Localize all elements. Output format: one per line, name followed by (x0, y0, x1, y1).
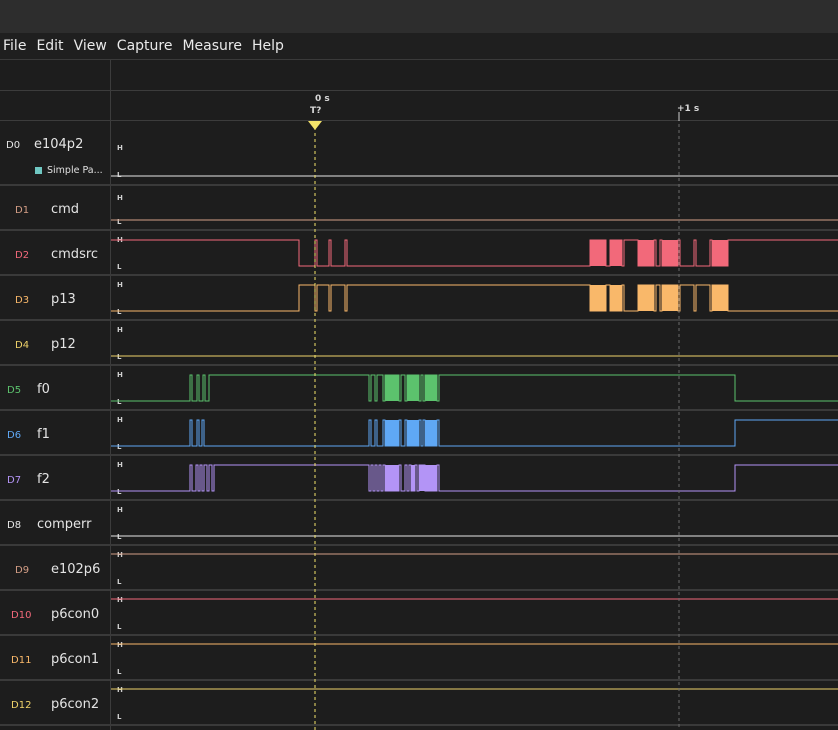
level-low-label: L (117, 263, 122, 271)
level-high-label: H (117, 326, 123, 334)
channel-row-d11[interactable]: D11 p6con1 H L (0, 636, 838, 681)
decoder-tag[interactable]: Simple Pa... (35, 165, 103, 176)
channel-id: D2 (15, 250, 30, 261)
menu-view[interactable]: View (72, 38, 107, 54)
channel-name: comperr (37, 517, 92, 532)
channel-row-d9[interactable]: D9 e102p6 H L (0, 546, 838, 591)
toolbar-area (0, 60, 838, 91)
channel-row-d10[interactable]: D10 p6con0 H L (0, 591, 838, 636)
channel-name: p12 (51, 337, 76, 352)
ruler-plus-one-label: +1 s (677, 104, 700, 114)
channel-id: D11 (11, 655, 32, 666)
level-high-label: H (117, 416, 123, 424)
channel-name: f1 (37, 427, 50, 442)
channel-row-d8[interactable]: D8 comperr H L (0, 501, 838, 546)
level-low-label: L (117, 443, 122, 451)
channel-id: D7 (7, 475, 22, 486)
channel-id: D4 (15, 340, 30, 351)
channel-id: D6 (7, 430, 22, 441)
window-title-bar (0, 0, 838, 33)
level-high-label: H (117, 281, 123, 289)
level-low-label: L (117, 398, 122, 406)
menu-help[interactable]: Help (250, 38, 284, 54)
level-low-label: L (117, 668, 122, 676)
level-high-label: H (117, 236, 123, 244)
level-low-label: L (117, 623, 122, 631)
channel-name: p6con2 (51, 697, 100, 712)
level-low-label: L (117, 171, 122, 179)
channel-row-d2[interactable]: D2 cmdsrc H L (0, 231, 838, 276)
time-ruler[interactable]: 0 s T? +1 s (0, 91, 838, 121)
channel-id: D3 (15, 295, 30, 306)
ruler-origin-label: 0 s (315, 94, 330, 104)
channel-name: p6con1 (51, 652, 100, 667)
level-high-label: H (117, 371, 123, 379)
channel-name: e104p2 (34, 137, 84, 152)
channel-row-d0[interactable]: D0 e104p2 H L (0, 121, 838, 186)
decoder-label: Simple Pa... (47, 165, 103, 176)
decoder-color-swatch (35, 167, 42, 174)
menu-file[interactable]: File (1, 38, 26, 54)
channel-name: cmd (51, 202, 80, 217)
channel-id: D5 (7, 385, 22, 396)
channel-row-d1[interactable]: D1 cmd H L (0, 186, 838, 231)
channel-name: p6con0 (51, 607, 100, 622)
level-high-label: H (117, 144, 123, 152)
level-high-label: H (117, 194, 123, 202)
menu-measure[interactable]: Measure (180, 38, 242, 54)
level-high-label: H (117, 596, 123, 604)
channel-name: f0 (37, 382, 50, 397)
level-low-label: L (117, 713, 122, 721)
level-low-label: L (117, 353, 122, 361)
menu-capture[interactable]: Capture (115, 38, 173, 54)
menu-bar: File Edit View Capture Measure Help (0, 33, 838, 60)
level-low-label: L (117, 218, 122, 226)
channel-name: e102p6 (51, 562, 101, 577)
channel-row-d6[interactable]: D6 f1 H L (0, 411, 838, 456)
channel-id: D0 (6, 140, 21, 151)
channel-id: D1 (15, 205, 30, 216)
channel-row-d4[interactable]: D4 p12 H L (0, 321, 838, 366)
level-low-label: L (117, 308, 122, 316)
channel-name: p13 (51, 292, 76, 307)
channel-id: D10 (11, 610, 32, 621)
level-high-label: H (117, 641, 123, 649)
level-high-label: H (117, 461, 123, 469)
level-low-label: L (117, 488, 122, 496)
channel-row-d5[interactable]: D5 f0 H L (0, 366, 838, 411)
channel-id: D12 (11, 700, 32, 711)
level-low-label: L (117, 533, 122, 541)
level-high-label: H (117, 551, 123, 559)
channel-id: D9 (15, 565, 30, 576)
level-high-label: H (117, 506, 123, 514)
channel-row-d3[interactable]: D3 p13 H L (0, 276, 838, 321)
channel-name: f2 (37, 472, 50, 487)
channel-id: D8 (7, 520, 22, 531)
channel-row-d12[interactable]: D12 p6con2 H L (0, 681, 838, 726)
trigger-label: T? (310, 106, 322, 116)
channel-name: cmdsrc (51, 247, 99, 262)
level-high-label: H (117, 686, 123, 694)
channel-row-d7[interactable]: D7 f2 H L (0, 456, 838, 501)
level-low-label: L (117, 578, 122, 586)
menu-edit[interactable]: Edit (34, 38, 63, 54)
